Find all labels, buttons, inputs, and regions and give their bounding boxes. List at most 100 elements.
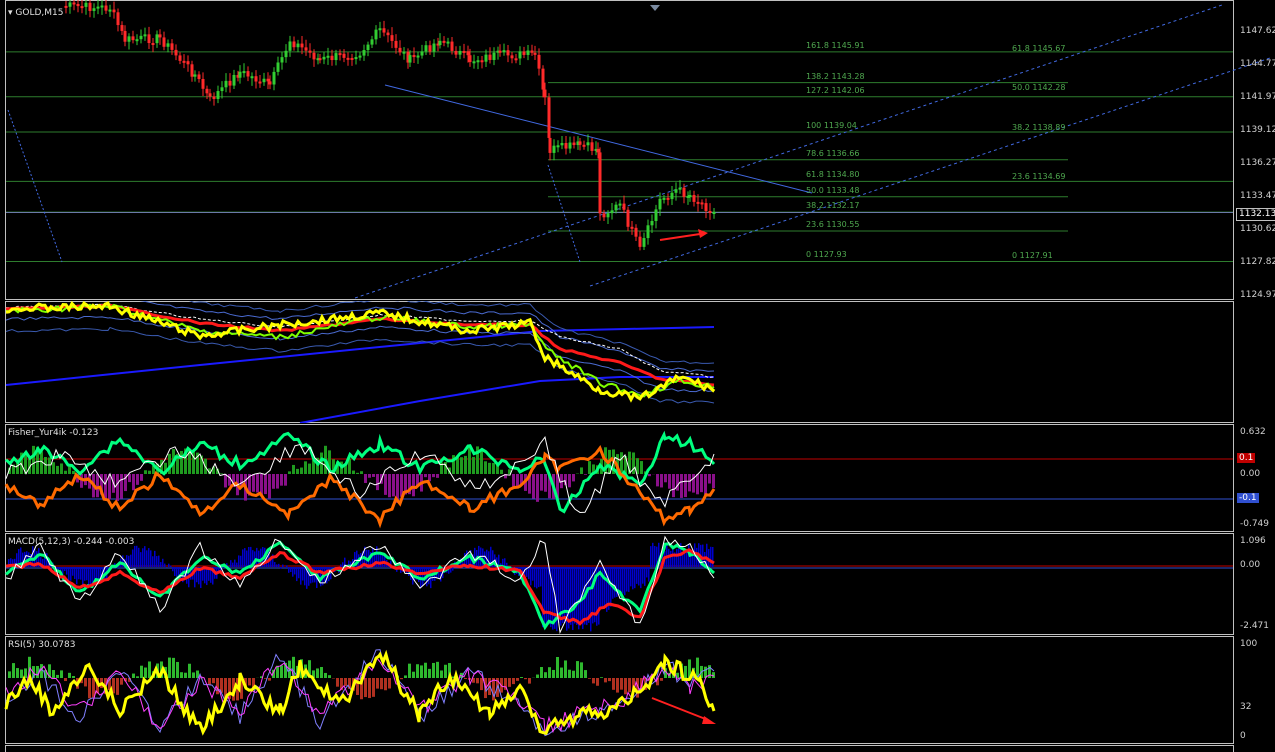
price-axis-label: 1133.47 [1240, 190, 1275, 201]
band-lower [5, 315, 715, 393]
fisher-histogram-bar [144, 470, 147, 474]
macd-histogram-bar [580, 567, 582, 624]
rsi-histogram-bar [172, 657, 175, 678]
candle-body [108, 9, 112, 12]
candle-body [250, 76, 254, 79]
fisher-histogram-bar [696, 474, 699, 495]
candle-body [100, 5, 104, 8]
price-axis-label: 1127.82 [1240, 256, 1275, 267]
candle-body [292, 41, 296, 48]
rsi-histogram-bar [168, 657, 171, 678]
macd-histogram-bar [130, 554, 132, 567]
candle-body [622, 203, 626, 210]
long-ma-line-2 [299, 376, 714, 423]
price-axis-label: 1130.62 [1240, 224, 1275, 235]
fisher-histogram-bar [360, 471, 363, 474]
rsi-histogram-bar [440, 670, 443, 678]
rsi-histogram-bar [376, 678, 379, 689]
candle-body [543, 89, 547, 98]
candle-body [692, 194, 696, 202]
fisher-histogram-bar [192, 450, 195, 474]
fisher-histogram-bar [648, 474, 651, 477]
candle-body [498, 50, 502, 53]
fisher-histogram-bar [72, 470, 75, 474]
fisher-histogram-bar [700, 474, 703, 493]
fisher-histogram-bar [300, 467, 303, 474]
rsi-histogram-bar [368, 678, 371, 699]
macd-histogram-bar [284, 567, 286, 568]
rsi-histogram-bar [592, 678, 595, 684]
candle-body [318, 58, 322, 61]
candle-body [304, 47, 308, 51]
macd-histogram-bar [168, 563, 170, 567]
candle-body [143, 34, 147, 37]
macd-histogram-bar [304, 567, 306, 586]
macd-histogram-bar [274, 562, 276, 567]
macd-chart[interactable] [0, 533, 1275, 635]
fisher-chart[interactable] [0, 424, 1275, 532]
candle-body [151, 43, 155, 46]
macd-histogram-bar [132, 549, 134, 567]
fisher-histogram-bar [436, 474, 439, 478]
fisher-histogram-bar [148, 470, 151, 474]
fib-left-label: 0 1127.93 [806, 250, 847, 260]
candle-body [72, 2, 76, 5]
fisher-histogram-bar [512, 474, 515, 487]
fisher-histogram-bar [60, 463, 63, 474]
rsi-histogram-bar [84, 678, 87, 687]
fisher-histogram-bar [284, 474, 287, 486]
candle-body [586, 142, 590, 146]
macd-histogram-bar [562, 567, 564, 624]
fisher-histogram-bar [296, 468, 299, 474]
rsi-histogram-bar [404, 675, 407, 678]
candle-body [266, 78, 270, 82]
rsi-histogram-bar [60, 670, 63, 678]
fisher-histogram-bar [252, 474, 255, 492]
rsi-histogram-bar [524, 678, 527, 680]
macd-histogram-bar [136, 545, 138, 567]
macd-pane[interactable]: MACD(5,12,3) -0.244 -0.003 1.096 0.00 -2… [0, 533, 1275, 635]
fisher-histogram-bar [688, 474, 691, 492]
macd-title: MACD(5,12,3) -0.244 -0.003 [8, 537, 135, 547]
candle-body [424, 45, 428, 52]
rsi-arrow-line [651, 697, 709, 721]
macd-histogram-bar [378, 554, 380, 567]
rsi-histogram-bar [552, 669, 555, 678]
rsi-title: RSI(5) 30.0783 [8, 640, 76, 650]
macd-histogram-bar [686, 551, 688, 567]
candle-body [638, 236, 642, 247]
candle-body [522, 51, 526, 55]
candle-body [362, 50, 366, 56]
candle-body [64, 5, 68, 8]
macd-histogram-bar [570, 567, 572, 625]
candle-body [342, 53, 346, 58]
fisher-histogram-bar [432, 474, 435, 478]
macd-histogram-bar [286, 565, 288, 567]
candle-body [662, 197, 666, 200]
rsi-chart[interactable] [0, 636, 1275, 744]
fisher-histogram-bar [500, 469, 503, 474]
macd-histogram-bar [236, 562, 238, 567]
fisher-histogram-bar [264, 474, 267, 495]
ma-pane[interactable] [0, 301, 1275, 423]
candle-body [162, 37, 166, 47]
fisher-histogram-bar [180, 450, 183, 474]
chart-title: ▾ GOLD,M15 [8, 8, 63, 18]
candle-body [458, 50, 462, 55]
macd-histogram-bar [422, 567, 424, 586]
price-chart[interactable] [0, 0, 1275, 300]
fisher-histogram-bar [640, 461, 643, 474]
macd-histogram-bar [578, 567, 580, 630]
macd-histogram-bar [90, 567, 92, 586]
fisher-histogram-bar [48, 457, 51, 474]
candle-body [674, 189, 678, 193]
candle-body [212, 96, 216, 99]
fisher-pane[interactable]: Fisher_Yur4ik -0.123 0.632 0.00 -0.749 0… [0, 424, 1275, 532]
macd-histogram-bar [164, 563, 166, 567]
macd-axis-mid: 0.00 [1240, 560, 1261, 570]
moving-averages-chart[interactable] [0, 301, 1275, 423]
macd-histogram-bar [60, 567, 62, 571]
price-pane[interactable]: ▾ GOLD,M15 1147.62 1144.77 1141.97 1139.12 1… [0, 0, 1275, 300]
rsi-pane[interactable]: RSI(5) 30.0783 100 32 0 [0, 636, 1275, 744]
candle-body [190, 64, 194, 77]
